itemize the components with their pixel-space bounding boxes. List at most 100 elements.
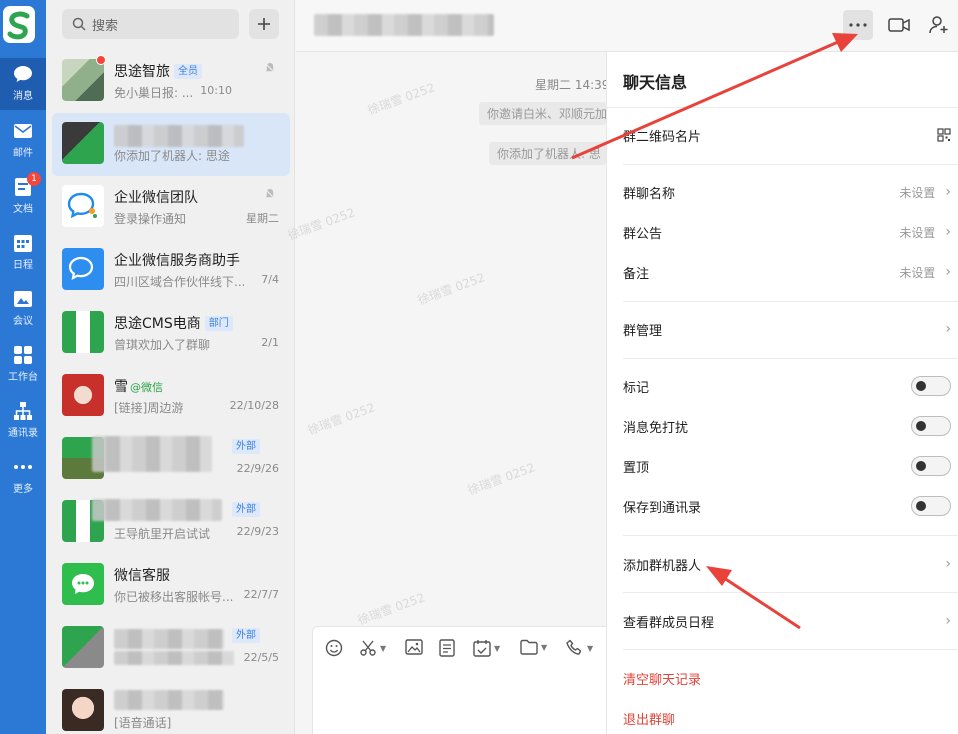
- system-message: 你邀请白米、邓顺元加: [479, 102, 606, 125]
- conversation-time: 22/9/23: [236, 525, 279, 538]
- conversation-preview: 你已被移出客服帐号...: [114, 590, 234, 604]
- conversation-item-selected[interactable]: 你添加了机器人: 思途: [52, 113, 290, 176]
- phone-icon: [566, 639, 582, 655]
- conversation-time: 22/9/26: [236, 462, 279, 475]
- file-note-button[interactable]: [439, 639, 455, 657]
- chat-bubble-icon: [13, 64, 33, 84]
- checklist-icon: [473, 640, 491, 657]
- conversation-item[interactable]: 企业微信服务商助手 四川区域合作伙伴线下... 7/4: [52, 239, 290, 302]
- conversation-preview: 免小巢日报: ...: [114, 86, 194, 100]
- search-input[interactable]: 搜索: [62, 9, 239, 39]
- conversation-name: 微信客服: [114, 568, 170, 584]
- wecom-assistant-avatar: [62, 248, 104, 290]
- conversation-time: 22/5/5: [243, 651, 279, 664]
- watermark-text: 徐瑞雪 0252: [285, 205, 357, 243]
- nav-workbench[interactable]: 工作台: [0, 339, 46, 391]
- conversation-item[interactable]: 微信客服 你已被移出客服帐号... 22/7/7: [52, 554, 290, 617]
- wecom-team-avatar: [62, 185, 104, 227]
- conversation-name: 企业微信服务商助手: [114, 253, 240, 269]
- nav-label: 消息: [13, 91, 33, 102]
- divider: [623, 535, 958, 536]
- plus-icon: [258, 18, 270, 30]
- conversation-name: 雪: [114, 379, 128, 395]
- conversation-preview: 四川区域合作伙伴线下...: [114, 275, 244, 289]
- add-member-button[interactable]: [924, 10, 954, 40]
- redacted-name: [92, 499, 222, 521]
- chevron-right-icon: ›: [945, 321, 951, 337]
- nav-contacts[interactable]: 通讯录: [0, 395, 46, 447]
- conversation-name: 思途CMS电商: [114, 316, 201, 332]
- unread-badge: 1: [27, 172, 41, 186]
- conversation-item[interactable]: 雪 @微信 [链接]周边游 22/10/28: [52, 365, 290, 428]
- tag-badge: 外部: [232, 502, 260, 517]
- save-contacts-toggle[interactable]: [911, 496, 951, 516]
- conversation-item[interactable]: 外部 王导航里开启试试 22/9/23: [52, 491, 290, 554]
- folder-icon: [520, 639, 538, 655]
- watermark-text: 徐瑞雪 0252: [305, 400, 377, 438]
- row-value: 未设置: [899, 265, 936, 280]
- add-person-icon: [929, 16, 948, 34]
- row-label: 标记: [623, 380, 650, 396]
- video-call-button[interactable]: [884, 10, 914, 40]
- nav-meetings[interactable]: 会议: [0, 283, 46, 335]
- nav-more[interactable]: 更多: [0, 451, 46, 503]
- clear-history-button[interactable]: 清空聊天记录: [623, 663, 951, 693]
- row-label: 清空聊天记录: [623, 672, 702, 688]
- voice-call-button[interactable]: ▼: [566, 639, 593, 657]
- do-not-disturb-toggle[interactable]: [911, 416, 951, 436]
- member-schedule-row[interactable]: 查看群成员日程 ›: [623, 606, 951, 636]
- image-icon: [405, 639, 423, 655]
- quit-group-button[interactable]: 退出群聊: [623, 703, 951, 733]
- mail-icon: [13, 121, 33, 141]
- group-name-row[interactable]: 群聊名称 未设置 ›: [623, 177, 951, 207]
- wechat-tag: @微信: [130, 381, 163, 394]
- conversation-item[interactable]: 思途智旅 全员 免小巢日报: ... 10:10: [52, 50, 290, 113]
- divider: [623, 301, 958, 302]
- message-timestamp: 星期二 14:39: [535, 78, 610, 92]
- screenshot-button[interactable]: ▼: [359, 639, 386, 657]
- emoji-button[interactable]: [325, 639, 343, 657]
- row-label: 群聊名称: [623, 186, 676, 202]
- conversation-item[interactable]: 企业微信团队 登录操作通知 星期二: [52, 176, 290, 239]
- nav-label: 更多: [13, 484, 33, 495]
- divider: [623, 592, 958, 593]
- conversation-item[interactable]: [语音通话]: [52, 680, 290, 734]
- nav-docs[interactable]: 1 文档: [0, 171, 46, 223]
- chevron-right-icon: ›: [945, 224, 951, 240]
- mark-toggle[interactable]: [911, 376, 951, 396]
- group-manage-row[interactable]: 群管理 ›: [623, 314, 951, 344]
- conversation-item[interactable]: 外部 22/9/26: [52, 428, 290, 491]
- nav-mail[interactable]: 邮件: [0, 115, 46, 167]
- more-button[interactable]: [843, 10, 873, 40]
- add-button[interactable]: [249, 9, 279, 39]
- nav-label: 通讯录: [8, 428, 38, 439]
- nav-calendar[interactable]: 日程: [0, 227, 46, 279]
- document-icon: 1: [13, 172, 41, 197]
- mark-row: 标记: [623, 371, 951, 401]
- wechat-service-avatar: [62, 563, 104, 605]
- group-qr-row[interactable]: 群二维码名片: [623, 120, 951, 150]
- message-composer[interactable]: ▼ ▼ ▼ ▼: [312, 626, 606, 734]
- chevron-right-icon: ›: [945, 556, 951, 572]
- conversation-time: 星期二: [246, 212, 279, 225]
- pin-toggle[interactable]: [911, 456, 951, 476]
- todo-button[interactable]: ▼: [473, 639, 500, 657]
- folder-button[interactable]: ▼: [520, 639, 547, 655]
- row-label: 保存到通讯录: [623, 500, 702, 516]
- chevron-right-icon: ›: [945, 184, 951, 200]
- group-notice-row[interactable]: 群公告 未设置 ›: [623, 217, 951, 247]
- add-group-robot-row[interactable]: 添加群机器人 ›: [623, 549, 951, 579]
- conversation-list: 搜索 思途智旅 全员 免小巢日报: ... 10:10 你添加了机器人: 思途 企…: [46, 0, 295, 734]
- image-button[interactable]: [405, 639, 423, 655]
- watermark-text: 徐瑞雪 0252: [355, 590, 427, 628]
- row-value: 未设置: [899, 185, 936, 200]
- watermark-text: 徐瑞雪 0252: [415, 270, 487, 308]
- redacted-name: [92, 436, 212, 472]
- nav-messages[interactable]: 消息: [0, 58, 46, 110]
- caret-down-icon: ▼: [587, 643, 594, 653]
- conversation-item[interactable]: 外部 22/5/5: [52, 617, 290, 680]
- conversation-preview: 曾琪欢加入了群聊: [114, 338, 211, 352]
- redacted-name: [114, 690, 224, 710]
- conversation-item[interactable]: 思途CMS电商 部门 曾琪欢加入了群聊 2/1: [52, 302, 290, 365]
- remark-row[interactable]: 备注 未设置 ›: [623, 257, 951, 287]
